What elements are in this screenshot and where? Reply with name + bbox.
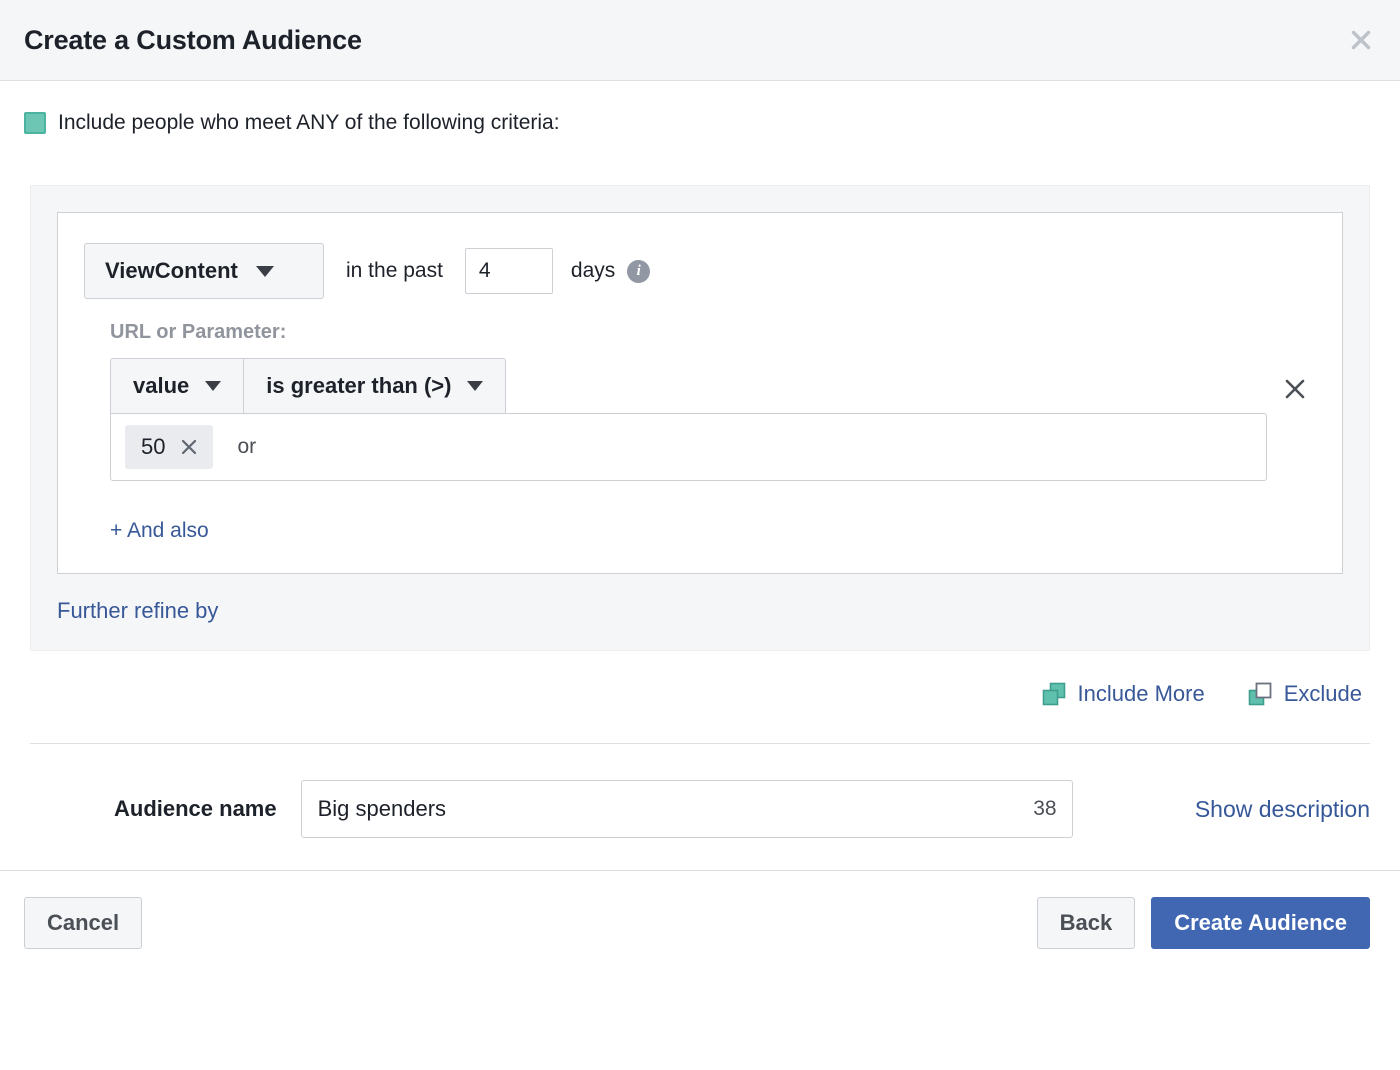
info-icon[interactable]: i (627, 260, 650, 283)
close-icon-glyph (179, 437, 199, 457)
event-type-dropdown[interactable]: ViewContent (84, 243, 324, 299)
dialog-body: Include people who meet ANY of the follo… (0, 81, 1400, 744)
cancel-button[interactable]: Cancel (24, 897, 142, 949)
include-checkbox[interactable] (24, 112, 46, 134)
audience-name-label: Audience name (114, 796, 277, 822)
close-icon (1282, 376, 1308, 402)
rule-value-placeholder: or (237, 435, 256, 459)
chevron-down-icon (205, 381, 221, 391)
rule-operator-dropdown[interactable]: is greater than (>) (243, 359, 505, 413)
exclude-icon (1247, 681, 1273, 707)
criteria-box: ViewContent in the past days i URL or Pa… (57, 212, 1343, 574)
rule-value-token-text: 50 (141, 434, 165, 460)
timeframe-prefix-label: in the past (346, 259, 443, 283)
show-description-link[interactable]: Show description (1195, 796, 1370, 823)
dialog-footer: Cancel Back Create Audience (0, 870, 1400, 974)
exclude-label: Exclude (1284, 681, 1362, 707)
and-also-link[interactable]: + And also (110, 519, 209, 543)
remove-token-icon[interactable] (179, 437, 199, 457)
event-type-value: ViewContent (105, 258, 238, 284)
include-more-icon (1041, 681, 1067, 707)
exclude-button[interactable]: Exclude (1247, 681, 1362, 707)
audience-name-input-wrap: 38 (301, 780, 1073, 838)
footer-right-group: Back Create Audience (1037, 897, 1376, 949)
retention-days-input[interactable] (465, 248, 553, 294)
rule-field-value: value (133, 373, 189, 399)
chevron-down-icon (467, 381, 483, 391)
close-icon-glyph (1348, 27, 1374, 53)
further-refine-by-link[interactable]: Further refine by (57, 598, 218, 624)
character-counter: 38 (1033, 797, 1056, 821)
dialog-title: Create a Custom Audience (24, 25, 362, 56)
include-more-label: Include More (1078, 681, 1205, 707)
rule-operator-value: is greater than (>) (266, 373, 451, 399)
rule-field-dropdown[interactable]: value (111, 359, 243, 413)
dialog-header: Create a Custom Audience (0, 0, 1400, 81)
chevron-down-icon (256, 266, 274, 277)
back-button[interactable]: Back (1037, 897, 1136, 949)
rule-row: value is greater than (>) 50 (110, 358, 1310, 481)
audience-name-row: Audience name 38 Show description (0, 744, 1400, 870)
rule-value-token-field[interactable]: 50 or (110, 413, 1267, 481)
close-icon[interactable] (1344, 23, 1378, 57)
criteria-panel: ViewContent in the past days i URL or Pa… (30, 185, 1370, 651)
include-criteria-label: Include people who meet ANY of the follo… (58, 111, 560, 135)
url-or-parameter-label: URL or Parameter: (110, 321, 1316, 344)
rule-selects-group: value is greater than (>) (110, 358, 506, 414)
audience-actions: Include More Exclude (30, 651, 1370, 707)
remove-rule-button[interactable] (1278, 372, 1312, 406)
include-more-button[interactable]: Include More (1041, 681, 1205, 707)
event-row: ViewContent in the past days i (84, 243, 1316, 299)
audience-name-input[interactable] (301, 780, 1073, 838)
days-unit-label: days (571, 259, 615, 283)
include-criteria-row: Include people who meet ANY of the follo… (24, 111, 1370, 135)
create-audience-button[interactable]: Create Audience (1151, 897, 1370, 949)
rule-value-token: 50 (125, 425, 213, 469)
